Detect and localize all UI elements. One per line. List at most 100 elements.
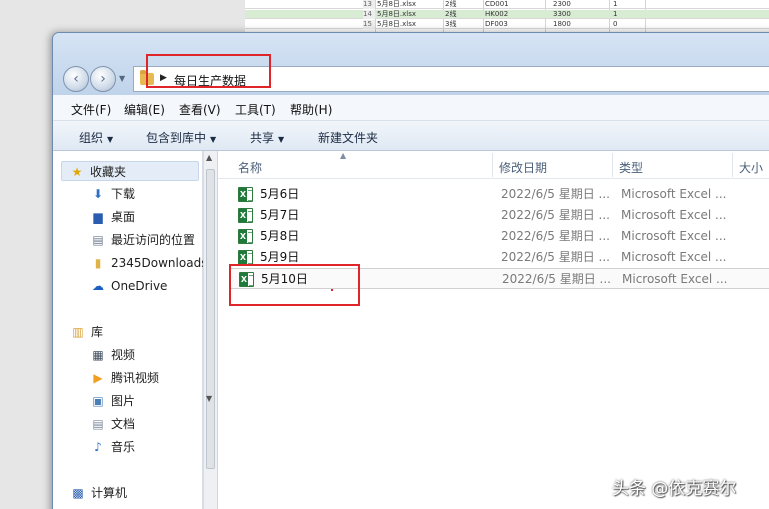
sidebar-item-label: 收藏夹 <box>90 165 127 179</box>
sheet-cell: 2300 <box>553 0 571 8</box>
picture-icon: ▣ <box>92 394 104 408</box>
menu-file[interactable]: 文件(F) <box>71 101 111 118</box>
scroll-down-icon[interactable]: ▼ <box>206 394 212 403</box>
sidebar-item-libraries[interactable]: ▥ 库 <box>63 322 201 342</box>
sidebar-item-pictures[interactable]: ▣ 图片 <box>63 391 201 411</box>
file-type: Microsoft Excel ... <box>622 272 728 286</box>
column-header-type[interactable]: 类型 <box>619 159 643 176</box>
folder-icon: ▮ <box>94 256 102 270</box>
chevron-down-icon: ▼ <box>278 135 285 144</box>
sheet-cell: HK002 <box>485 10 509 18</box>
column-divider[interactable] <box>732 153 733 177</box>
file-modified: 2022/6/5 星期日 ... <box>501 187 610 201</box>
new-file-highlight-box <box>229 264 360 306</box>
navigation-scrollbar[interactable]: ▲ ▼ <box>203 151 217 509</box>
back-button[interactable]: ‹ <box>63 66 89 92</box>
sidebar-item-onedrive[interactable]: ☁ OneDrive <box>63 276 201 296</box>
sidebar-item-desktop[interactable]: ▆ 桌面 <box>63 207 201 227</box>
sheet-cell: 1800 <box>553 20 571 28</box>
sidebar-item-label: 腾讯视频 <box>111 371 160 385</box>
recent-pages-dropdown-icon[interactable]: ▼ <box>119 74 129 84</box>
scrollbar-thumb[interactable] <box>206 169 215 469</box>
sidebar-item-label: 2345Downloads <box>111 256 208 270</box>
sheet-cell: 14 <box>363 10 375 19</box>
sidebar-item-label: 库 <box>91 325 104 339</box>
sidebar-item-tencent-video[interactable]: ▶ 腾讯视频 <box>63 368 201 388</box>
sheet-row: 14 5月8日.xlsx 2线 HK002 3300 1 <box>245 10 769 19</box>
file-name: 5月6日 <box>260 187 300 201</box>
file-row[interactable]: 5月6日 2022/6/5 星期日 ... Microsoft Excel ..… <box>230 184 769 205</box>
sheet-cell: 2线 <box>445 10 457 18</box>
menu-tools[interactable]: 工具(T) <box>235 101 276 118</box>
sidebar-item-documents[interactable]: ▤ 文档 <box>63 414 201 434</box>
scroll-up-icon[interactable]: ▲ <box>206 153 212 162</box>
library-icon: ▥ <box>72 325 84 339</box>
organize-button[interactable]: 组织 ▼ <box>79 129 113 146</box>
address-highlight-box <box>146 54 271 88</box>
sheet-row: 13 5月8日.xlsx 2线 CD001 2300 1 <box>245 0 769 9</box>
file-row[interactable]: 5月8日 2022/6/5 星期日 ... Microsoft Excel ..… <box>230 226 769 247</box>
forward-button[interactable]: › <box>90 66 116 92</box>
command-toolbar: 组织 ▼ 包含到库中 ▼ 共享 ▼ 新建文件夹 <box>53 121 769 151</box>
sheet-row: 15 5月8日.xlsx 3线 DF003 1800 0 <box>245 20 769 29</box>
chevron-down-icon: ▼ <box>107 135 114 144</box>
music-note-icon: ♪ <box>94 440 102 454</box>
share-button[interactable]: 共享 ▼ <box>250 129 284 146</box>
sidebar-item-2345downloads[interactable]: ▮ 2345Downloads <box>63 253 208 273</box>
file-type: Microsoft Excel ... <box>621 187 727 201</box>
menu-edit[interactable]: 编辑(E) <box>124 101 165 118</box>
excel-file-icon <box>238 250 253 265</box>
sidebar-item-recent-places[interactable]: ▤ 最近访问的位置 <box>63 230 201 250</box>
share-label: 共享 <box>250 131 275 145</box>
menu-view[interactable]: 查看(V) <box>179 101 221 118</box>
sidebar-item-favorites[interactable]: ★ 收藏夹 <box>61 161 199 181</box>
file-row[interactable]: 5月7日 2022/6/5 星期日 ... Microsoft Excel ..… <box>230 205 769 226</box>
film-icon: ▦ <box>92 348 104 362</box>
column-header-row: ▲ 名称 修改日期 类型 大小 <box>218 151 769 179</box>
column-divider[interactable] <box>612 153 613 177</box>
file-modified: 2022/6/5 星期日 ... <box>501 250 610 264</box>
organize-label: 组织 <box>79 131 104 145</box>
sheet-cell: 15 <box>363 20 375 29</box>
include-library-label: 包含到库中 <box>146 131 207 145</box>
new-folder-button[interactable]: 新建文件夹 <box>318 129 378 146</box>
sidebar-item-label: 最近访问的位置 <box>111 233 196 247</box>
desktop-icon: ▆ <box>93 210 103 224</box>
sheet-cell: 3300 <box>553 10 571 18</box>
file-modified: 2022/6/5 星期日 ... <box>501 229 610 243</box>
sidebar-item-label: 文档 <box>111 417 136 431</box>
explorer-window: ‹ › ▼ ▶ 每日生产数据 文件(F) 编辑(E) 查看(V) 工具(T) 帮… <box>52 32 769 509</box>
sheet-cell: 1 <box>613 10 618 18</box>
sheet-cell: 13 <box>363 0 375 9</box>
sidebar-item-downloads[interactable]: ⬇ 下载 <box>63 184 201 204</box>
sidebar-item-music[interactable]: ♪ 音乐 <box>63 437 201 457</box>
sidebar-item-label: 桌面 <box>111 210 136 224</box>
sort-ascending-icon: ▲ <box>340 151 347 160</box>
sheet-cell: 3线 <box>445 20 457 28</box>
sheet-cell: 5月8日.xlsx <box>377 10 417 18</box>
menu-help[interactable]: 帮助(H) <box>290 101 332 118</box>
column-header-modified[interactable]: 修改日期 <box>499 159 547 176</box>
annotation-dot <box>331 289 333 291</box>
sidebar-item-videos[interactable]: ▦ 视频 <box>63 345 201 365</box>
sheet-cell: 1 <box>613 0 618 8</box>
recent-places-icon: ▤ <box>92 233 104 247</box>
column-header-size[interactable]: 大小 <box>739 159 763 176</box>
file-name: 5月7日 <box>260 208 300 222</box>
include-in-library-button[interactable]: 包含到库中 ▼ <box>146 129 216 146</box>
sheet-cell: CD001 <box>485 0 509 8</box>
sheet-cell: 0 <box>613 20 618 28</box>
watermark: 头条 @依克赛尔 <box>612 479 737 499</box>
excel-file-icon <box>238 187 253 202</box>
download-folder-icon: ⬇ <box>92 187 104 201</box>
cloud-icon: ☁ <box>92 279 104 293</box>
sheet-cell: 5月8日.xlsx <box>377 20 417 28</box>
file-modified: 2022/6/5 星期日 ... <box>501 208 610 222</box>
column-divider[interactable] <box>492 153 493 177</box>
sidebar-item-computer[interactable]: ▩ 计算机 <box>63 483 201 503</box>
sheet-cell: 2线 <box>445 0 457 8</box>
file-type: Microsoft Excel ... <box>621 208 727 222</box>
sidebar-item-label: 音乐 <box>111 440 136 454</box>
column-header-name[interactable]: 名称 <box>238 159 262 176</box>
excel-file-icon <box>238 229 253 244</box>
